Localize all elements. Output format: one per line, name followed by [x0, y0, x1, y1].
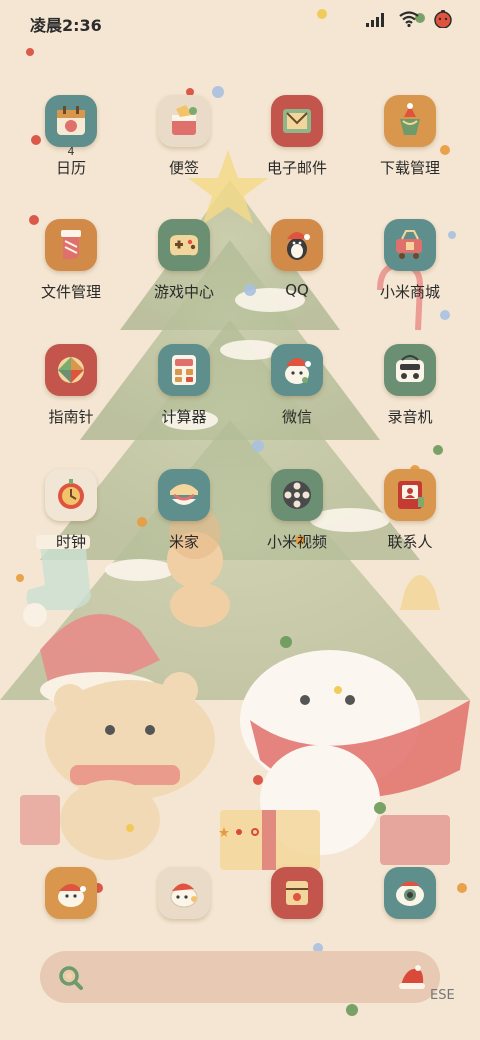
app-label: 联系人 — [387, 533, 433, 551]
app-mijia[interactable]: 米家 — [129, 469, 239, 579]
shopping-icon — [384, 219, 436, 271]
clock-icon — [45, 469, 97, 521]
app-notes[interactable]: 便签 — [129, 95, 239, 205]
app-wechat[interactable]: 微信 — [242, 344, 352, 454]
email-icon — [271, 95, 323, 147]
app-email[interactable]: 电子邮件 — [242, 95, 352, 205]
status-bar: 凌晨2:36 — [0, 0, 480, 42]
download-icon — [384, 95, 436, 147]
app-label: 电子邮件 — [266, 159, 327, 177]
app-calendar[interactable]: 4 日历 — [16, 95, 126, 205]
app-label: 日历 — [55, 159, 86, 177]
app-label: 录音机 — [387, 408, 433, 426]
status-time: 凌晨2:36 — [30, 16, 102, 35]
gamepad-icon — [158, 219, 210, 271]
app-recorder[interactable]: 录音机 — [355, 344, 465, 454]
app-label: 便签 — [168, 159, 199, 177]
compass-icon — [45, 344, 97, 396]
app-label: 小米视频 — [266, 533, 327, 551]
wifi-icon — [399, 11, 419, 31]
dock-camera[interactable] — [384, 867, 436, 919]
app-label: QQ — [285, 281, 309, 299]
search-icon — [58, 965, 84, 995]
app-label: 小米商城 — [379, 283, 440, 301]
phone-icon — [58, 884, 86, 907]
dock-browser[interactable] — [271, 867, 323, 919]
page-indicator — [218, 823, 264, 837]
app-label: 米家 — [168, 533, 199, 551]
app-calculator[interactable]: 计算器 — [129, 344, 239, 454]
app-mi-store[interactable]: 小米商城 — [355, 219, 465, 329]
app-mi-video[interactable]: 小米视频 — [242, 469, 352, 579]
folder-icon — [45, 219, 97, 271]
app-label: 微信 — [281, 408, 312, 426]
notes-icon — [158, 95, 210, 147]
app-label: 计算器 — [161, 408, 207, 426]
app-qq[interactable]: QQ — [242, 219, 352, 329]
camera-icon — [396, 881, 424, 906]
battery-icon — [432, 10, 454, 32]
santa-hat-icon[interactable] — [398, 963, 426, 995]
app-clock[interactable]: 时钟 — [16, 469, 126, 579]
app-label: 文件管理 — [40, 283, 101, 301]
app-compass[interactable]: 指南针 — [16, 344, 126, 454]
app-label: 指南针 — [48, 408, 94, 426]
app-label: 时钟 — [55, 533, 86, 551]
app-download[interactable]: 下载管理 — [355, 95, 465, 205]
calendar-icon — [45, 95, 97, 147]
signal-icon — [365, 12, 386, 31]
dock-phone[interactable] — [45, 867, 97, 919]
app-contacts[interactable]: 联系人 — [355, 469, 465, 579]
app-label: 下载管理 — [379, 159, 440, 177]
app-file-manager[interactable]: 文件管理 — [16, 219, 126, 329]
recorder-icon — [384, 344, 436, 396]
contacts-icon — [384, 469, 436, 521]
calculator-icon — [158, 344, 210, 396]
browser-icon — [286, 881, 308, 905]
chat-icon — [271, 344, 323, 396]
penguin-icon — [271, 219, 323, 271]
app-game-center[interactable]: 游戏中心 — [129, 219, 239, 329]
corner-label: ESE — [430, 988, 455, 1003]
home-device-icon — [158, 469, 210, 521]
dock-messages[interactable] — [158, 867, 210, 919]
messages-icon — [170, 883, 198, 908]
app-label: 游戏中心 — [153, 283, 214, 301]
film-reel-icon — [271, 469, 323, 521]
search-bar[interactable] — [40, 951, 440, 1003]
